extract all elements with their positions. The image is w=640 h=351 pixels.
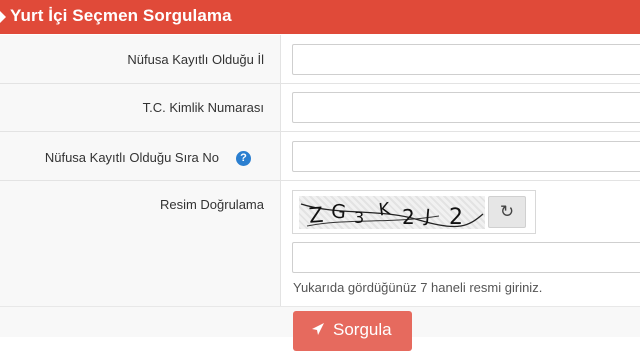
captcha-box: Z G 3 K 2 J 2 ↻ — [292, 190, 536, 234]
label-cell: Nüfusa Kayıtlı Olduğu Sıra No ? — [0, 132, 281, 181]
svg-text:J: J — [423, 206, 431, 227]
province-input[interactable] — [292, 44, 640, 75]
sequence-no-label: Nüfusa Kayıtlı Olduğu Sıra No — [44, 150, 219, 165]
label-cell: T.C. Kimlik Numarası — [0, 84, 281, 132]
province-label: Nüfusa Kayıtlı Olduğu İl — [127, 52, 264, 67]
form-row-sequence-no: Nüfusa Kayıtlı Olduğu Sıra No ? — [0, 132, 640, 181]
send-arrow-icon — [312, 323, 324, 335]
captcha-distorted-text: Z G 3 K 2 J 2 — [300, 199, 484, 230]
svg-text:K: K — [378, 199, 393, 220]
svg-text:Z: Z — [308, 203, 324, 228]
captcha-refresh-button[interactable]: ↻ — [488, 196, 526, 228]
sequence-no-input[interactable] — [292, 141, 640, 172]
help-icon[interactable]: ? — [236, 151, 251, 166]
form-row-tc-id: T.C. Kimlik Numarası — [0, 84, 640, 132]
header-caret-icon — [0, 11, 6, 23]
tc-id-label: T.C. Kimlik Numarası — [142, 100, 264, 115]
form-row-province: Nüfusa Kayıtlı Olduğu İl — [0, 35, 640, 84]
captcha-hint: Yukarıda gördüğünüz 7 haneli resmi girin… — [293, 280, 543, 295]
captcha-image: Z G 3 K 2 J 2 — [299, 196, 485, 230]
refresh-icon: ↻ — [499, 202, 515, 221]
submit-label: Sorgula — [333, 320, 392, 339]
svg-text:2: 2 — [449, 205, 463, 229]
label-cell: Resim Doğrulama — [0, 181, 281, 306]
page-header: Yurt İçi Seçmen Sorgulama — [0, 0, 640, 34]
page-title: Yurt İçi Seçmen Sorgulama — [10, 6, 232, 25]
svg-text:G: G — [330, 200, 347, 223]
tc-id-input[interactable] — [292, 92, 640, 123]
label-cell: Nüfusa Kayıtlı Olduğu İl — [0, 35, 281, 84]
svg-text:3: 3 — [354, 208, 364, 227]
submit-button[interactable]: Sorgula — [293, 311, 412, 351]
captcha-label: Resim Doğrulama — [159, 197, 264, 212]
svg-text:2: 2 — [402, 205, 415, 229]
captcha-input[interactable] — [292, 242, 640, 273]
